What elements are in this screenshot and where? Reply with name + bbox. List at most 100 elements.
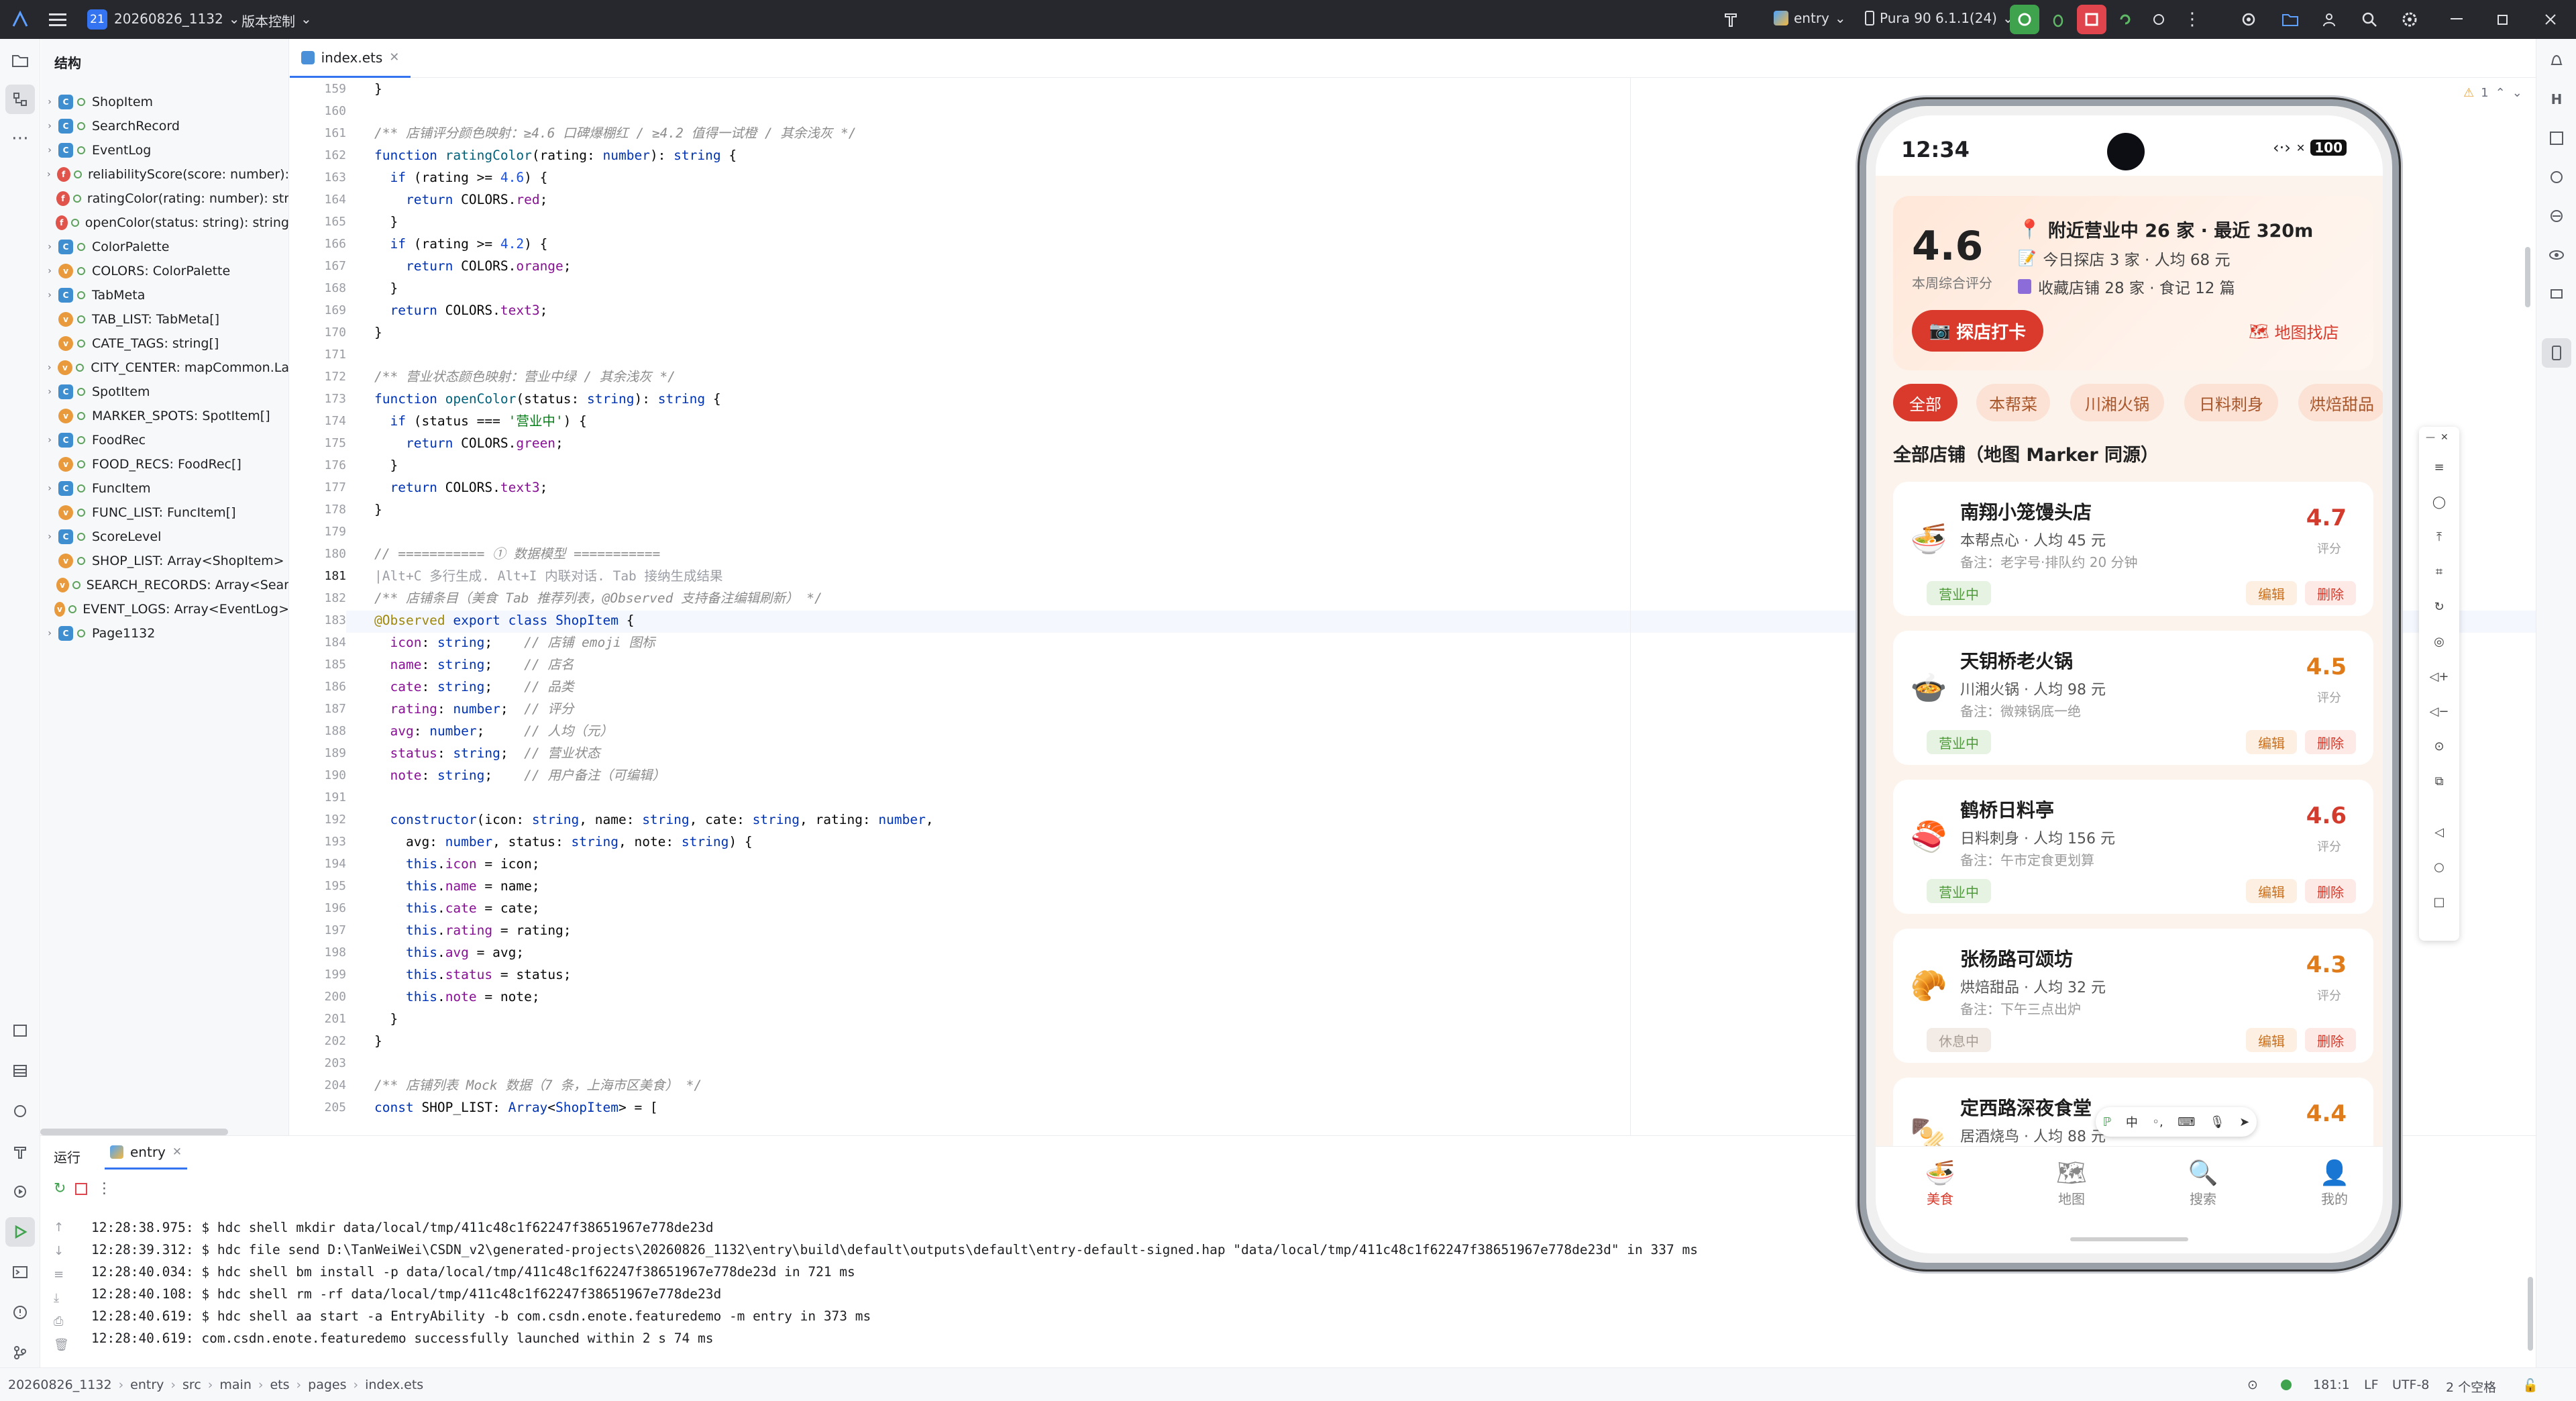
git-icon[interactable] [5,1338,35,1367]
device-mirror-icon[interactable] [2542,338,2571,368]
lock-icon[interactable]: 🔓 [2522,1378,2538,1393]
menu-icon[interactable]: ≡ [2430,458,2449,476]
chevron-right-icon[interactable]: › [41,628,58,639]
home-nav-icon[interactable]: ○ [2430,858,2449,876]
crop-icon[interactable]: ⌗ [2430,562,2449,581]
indent-setting[interactable]: 2 个空格 [2446,1378,2496,1396]
structure-item[interactable]: › C TabMeta [41,283,288,307]
debug-bug-icon[interactable] [2043,5,2073,34]
code-line[interactable]: this.status = status; [374,964,572,986]
bottom-tab-item[interactable]: 🔍 搜索 [2156,1159,2250,1208]
settings-gear-icon[interactable] [2395,5,2424,34]
structure-item[interactable]: v SHOP_LIST: Array<ShopItem> [41,549,288,573]
profiler-tool-icon[interactable] [5,1096,35,1126]
breadcrumb-item[interactable]: pages [308,1378,346,1392]
line-separator[interactable]: LF [2364,1378,2379,1392]
code-line[interactable]: } [374,1030,382,1052]
ime-keyboard-icon[interactable]: ⌨ [2178,1115,2195,1129]
more-options-icon[interactable]: ⋮ [2178,5,2207,34]
chevron-right-icon[interactable]: › [41,145,58,156]
code-line[interactable]: } [374,211,398,233]
chevron-right-icon[interactable]: › [41,242,58,252]
close-tab-icon[interactable]: ✕ [389,50,399,64]
volume-down-icon[interactable]: ◁− [2430,702,2449,721]
clear-all-icon[interactable]: 🗑 [54,1338,69,1352]
bottom-tab-item[interactable]: 🍜 美食 [1893,1159,1987,1208]
rotate-icon[interactable]: ↻ [2430,597,2449,616]
cursor-off-icon[interactable]: ⤒ [2430,527,2449,546]
account-icon[interactable] [2314,5,2344,34]
code-line[interactable]: return COLORS.text3; [374,299,547,321]
code-line[interactable]: function openColor(status: string): stri… [374,388,721,410]
ime-punct-icon[interactable]: ◦, [2152,1115,2163,1129]
structure-item[interactable]: v MARKER_SPOTS: SpotItem[] [41,404,288,428]
power-icon[interactable]: ◯ [2430,492,2449,511]
chevron-right-icon[interactable]: › [41,531,58,542]
inspection-widget[interactable]: ⚠ 1 ⌃ ⌄ [2463,86,2522,100]
run-tab-entry[interactable]: entry ✕ [105,1136,188,1170]
soft-wrap-icon[interactable]: ≡ [54,1267,69,1282]
code-line[interactable]: constructor(icon: string, name: string, … [374,809,933,831]
code-line[interactable]: /** 店铺列表 Mock 数据（7 条，上海市区美食） */ [374,1074,702,1096]
inspector-icon[interactable] [2542,162,2571,192]
folder-icon[interactable] [2275,5,2305,34]
shop-card[interactable]: 🍲 天钥桥老火锅 川湘火锅 · 人均 98 元备注：微辣锅底一绝 4.5 评分 营业中 编辑… [1893,631,2373,765]
chevron-right-icon[interactable]: › [41,169,57,180]
code-line[interactable]: } [374,78,382,100]
device-selector[interactable]: Pura 90 6.1.1(24) ⌄ [1865,10,2014,26]
shop-card[interactable]: 🍜 南翔小笼馒头店 本帮点心 · 人均 45 元备注：老字号·排队约 20 分钟 4.… [1893,482,2373,616]
code-line[interactable]: |Alt+C 多行生成. Alt+I 内联对话. Tab 接纳生成结果 [374,565,723,587]
build-tool-icon[interactable] [5,1137,35,1166]
hvigor-icon[interactable]: H [2542,85,2571,114]
editor-tab-index[interactable]: index.ets ✕ [290,39,411,78]
app-logo-icon[interactable] [5,5,35,34]
scroll-down-icon[interactable]: ↓ [54,1244,69,1258]
code-line[interactable]: return COLORS.red; [374,189,547,211]
chevron-up-icon[interactable]: ⌃ [2496,86,2506,100]
code-line[interactable]: /** 营业状态颜色映射：营业中绿 / 其余浅灰 */ [374,366,676,388]
code-line[interactable]: this.cate = cate; [374,897,540,919]
stop-icon[interactable] [2077,5,2106,34]
ime-logo-icon[interactable]: ℙ [2103,1115,2112,1129]
console-scrollbar[interactable] [2528,1277,2533,1351]
terminal-icon[interactable] [5,1257,35,1287]
code-line[interactable]: return COLORS.green; [374,432,564,454]
project-folder-icon[interactable] [5,46,35,75]
code-line[interactable]: const SHOP_LIST: Array<ShopItem> = [ [374,1096,658,1119]
delete-button[interactable]: 删除 [2305,730,2356,754]
structure-item[interactable]: › C ScoreLevel [41,525,288,549]
apply-changes-icon[interactable] [2110,5,2140,34]
file-encoding[interactable]: UTF-8 [2392,1378,2429,1392]
bottom-tab-item[interactable]: 👤 我的 [2288,1159,2381,1208]
edit-button[interactable]: 编辑 [2246,730,2297,754]
horizontal-scrollbar[interactable] [40,1129,228,1135]
code-line[interactable]: this.avg = avg; [374,941,524,964]
edit-button[interactable]: 编辑 [2246,1028,2297,1052]
structure-item[interactable]: › C Page1132 [41,621,288,645]
breadcrumb-item[interactable]: src [182,1378,201,1392]
code-line[interactable]: // =========== ① 数据模型 =========== [374,543,660,565]
ime-send-icon[interactable]: ➤ [2239,1115,2249,1129]
database-icon[interactable] [5,1056,35,1086]
device-manager-icon[interactable] [2542,279,2571,309]
restore-icon[interactable] [2489,5,2518,34]
module-selector[interactable]: entry ⌄ [1774,10,1846,26]
code-line[interactable]: function ratingColor(rating: number): st… [374,144,737,166]
minimize-icon[interactable]: — [2426,432,2435,443]
chevron-right-icon[interactable]: › [41,121,58,132]
breadcrumb-item[interactable]: main [219,1378,251,1392]
code-line[interactable]: return COLORS.text3; [374,476,547,499]
edit-button[interactable]: 编辑 [2246,879,2297,903]
code-line[interactable]: this.icon = icon; [374,853,540,875]
structure-item[interactable]: f ratingColor(rating: number): str [41,187,288,211]
structure-item[interactable]: v FOOD_RECS: FoodRec[] [41,452,288,476]
notifications-bell-icon[interactable] [2542,46,2571,75]
ime-lang-key[interactable]: 中 [2126,1113,2138,1131]
category-chip[interactable]: 川湘火锅 [2070,384,2164,421]
chevron-right-icon[interactable]: › [41,266,58,276]
code-line[interactable]: icon: string; // 店铺 emoji 图标 [374,631,655,654]
code-line[interactable]: this.note = note; [374,986,540,1008]
shop-card[interactable]: 🍣 鹤桥日料亭 日料刺身 · 人均 156 元备注：午市定食更划算 4.6 评分 营业中 编… [1893,780,2373,914]
code-line[interactable]: avg: number; // 人均（元） [374,720,612,742]
bottom-tab-item[interactable]: 🗺 地图 [2025,1159,2118,1208]
